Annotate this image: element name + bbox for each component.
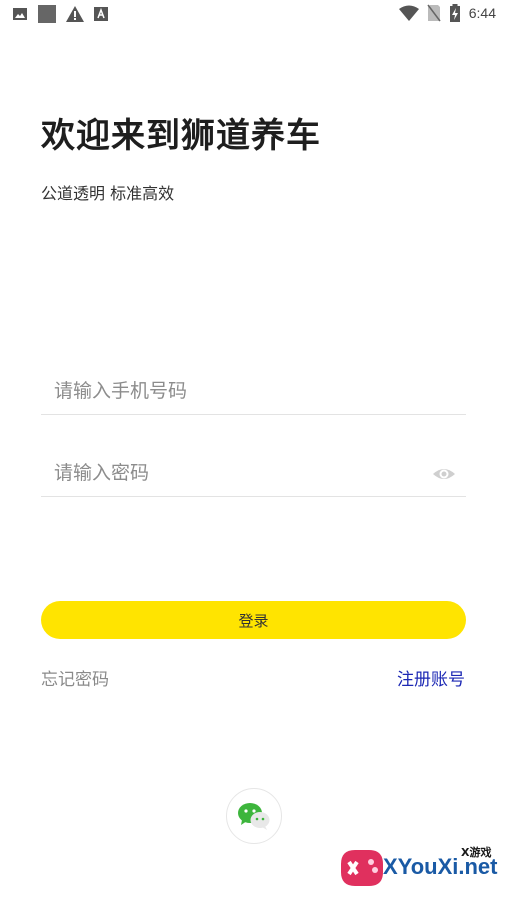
gamepad-logo-icon xyxy=(341,850,383,886)
status-time: 6:44 xyxy=(468,5,496,21)
welcome-subtitle: 公道透明 标准高效 xyxy=(41,184,175,203)
watermark: X游戏 XYouXi.net xyxy=(333,842,503,896)
wechat-icon xyxy=(238,803,270,830)
battery-icon xyxy=(449,4,460,22)
phone-field xyxy=(41,370,466,415)
status-bar: 6:44 xyxy=(0,0,506,28)
password-input[interactable] xyxy=(52,452,426,494)
no-sim-icon xyxy=(427,4,441,22)
forgot-password-link[interactable]: 忘记密码 xyxy=(41,665,109,690)
eye-icon[interactable] xyxy=(432,462,456,486)
status-left-icons xyxy=(12,5,108,23)
square-icon xyxy=(38,5,56,23)
phone-input[interactable] xyxy=(52,370,426,412)
alert-icon xyxy=(66,6,84,22)
watermark-site-text: XYouXi.net xyxy=(383,854,498,879)
register-link[interactable]: 注册账号 xyxy=(397,665,465,690)
welcome-title: 欢迎来到狮道养车 xyxy=(41,116,321,156)
image-icon xyxy=(13,8,27,20)
login-button[interactable]: 登录 xyxy=(41,601,466,639)
wechat-login-button[interactable] xyxy=(226,788,282,844)
password-field xyxy=(41,452,466,497)
wifi-icon xyxy=(398,5,419,21)
a-box-icon xyxy=(94,7,108,21)
status-right-icons: 6:44 xyxy=(398,4,496,22)
